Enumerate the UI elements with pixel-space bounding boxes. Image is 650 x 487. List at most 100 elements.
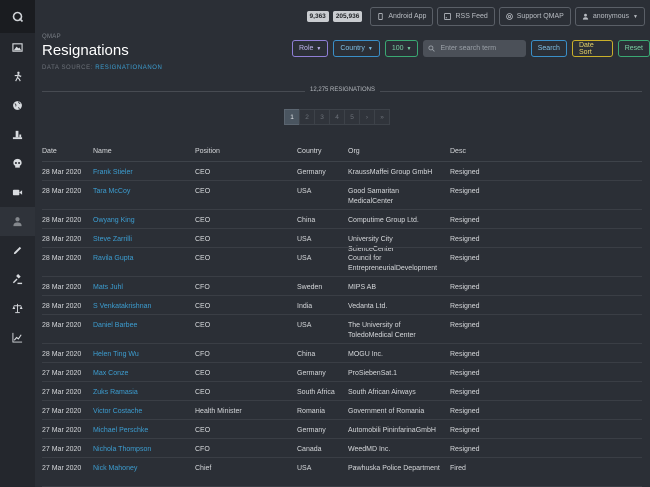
next-page-button[interactable]: › bbox=[359, 109, 375, 125]
cell-position: CEO bbox=[195, 322, 211, 329]
column-header-org[interactable]: Org bbox=[348, 148, 360, 155]
cell-name[interactable]: Nichola Thompson bbox=[93, 445, 151, 455]
sidebar-item-rankings[interactable] bbox=[0, 120, 35, 149]
page-button-3[interactable]: 3 bbox=[314, 109, 330, 125]
cell-name[interactable]: Max Conze bbox=[93, 369, 128, 379]
column-header-name[interactable]: Name bbox=[93, 148, 112, 155]
cell-country: Sweden bbox=[297, 284, 323, 291]
reset-button[interactable]: Reset bbox=[617, 40, 650, 57]
sidebar-item-resignations[interactable] bbox=[0, 207, 35, 236]
role-dropdown[interactable]: Role ▼ bbox=[292, 40, 329, 57]
column-header-desc[interactable]: Desc bbox=[450, 148, 466, 155]
cell-org: ProSiebenSat.1 bbox=[348, 370, 398, 377]
page-button-2[interactable]: 2 bbox=[299, 109, 315, 125]
cell-name[interactable]: Daniel Barbee bbox=[93, 321, 137, 331]
sidebar-item-edits[interactable] bbox=[0, 236, 35, 265]
cell-name[interactable]: Owyang King bbox=[93, 216, 135, 226]
sidebar-item-world[interactable] bbox=[0, 91, 35, 120]
cell-name[interactable]: Victor Costache bbox=[93, 407, 142, 417]
logo-icon bbox=[12, 11, 23, 22]
main-content: 9,363 205,936 Android App RSS Feed Suppo… bbox=[35, 0, 650, 487]
cell-position: CEO bbox=[195, 188, 211, 195]
support-icon bbox=[505, 13, 513, 20]
caret-down-icon: ▼ bbox=[406, 45, 412, 52]
table-row: 27 Mar 2020 Zuks Ramasia CEO South Africa So… bbox=[35, 382, 650, 401]
sidebar-item-deaths[interactable] bbox=[0, 149, 35, 178]
cell-position: CEO bbox=[195, 236, 211, 243]
pencil-icon bbox=[13, 246, 22, 255]
cell-name[interactable]: Mats Juhl bbox=[93, 283, 123, 293]
cell-name[interactable]: Tara McCoy bbox=[93, 187, 130, 197]
data-source-link[interactable]: RESIGNATIONANON bbox=[95, 65, 162, 71]
cell-country: South Africa bbox=[297, 389, 335, 396]
sidebar-item-justice[interactable] bbox=[0, 294, 35, 323]
cell-desc: Resigned bbox=[450, 188, 480, 195]
globe-icon bbox=[13, 101, 22, 110]
page-button-1[interactable]: 1 bbox=[284, 109, 300, 125]
cell-desc: Fired bbox=[450, 465, 466, 472]
cell-country: Germany bbox=[297, 169, 326, 176]
android-app-button[interactable]: Android App bbox=[370, 7, 434, 26]
video-camera-icon bbox=[12, 189, 23, 196]
data-source-label: DATA SOURCE: bbox=[42, 65, 93, 71]
cell-date: 27 Mar 2020 bbox=[42, 389, 82, 396]
support-qmap-button[interactable]: Support QMAP bbox=[498, 7, 571, 26]
column-header-date[interactable]: Date bbox=[42, 148, 57, 155]
per-page-dropdown[interactable]: 100 ▼ bbox=[384, 40, 419, 57]
table-row: 27 Mar 2020 Nichola Thompson CFO Canada Weed… bbox=[35, 439, 650, 458]
cell-country: USA bbox=[297, 236, 312, 243]
cell-name[interactable]: S Venkatakrishnan bbox=[93, 302, 151, 312]
cell-name[interactable]: Ravila Gupta bbox=[93, 254, 133, 264]
cell-position: CEO bbox=[195, 169, 211, 176]
cell-position: Health Minister bbox=[195, 408, 242, 415]
cell-name[interactable]: Nick Mahoney bbox=[93, 464, 137, 474]
cell-org: KraussMaffei Group GmbH bbox=[348, 169, 433, 176]
last-page-button[interactable]: » bbox=[374, 109, 390, 125]
column-header-country[interactable]: Country bbox=[297, 148, 322, 155]
search-input[interactable]: Enter search term bbox=[423, 40, 526, 57]
table-row: 28 Mar 2020 Mats Juhl CFO Sweden MIPS AB Resi… bbox=[35, 277, 650, 296]
cell-name[interactable]: Steve Zarrilli bbox=[93, 235, 132, 245]
cell-org: MIPS AB bbox=[348, 284, 377, 291]
page-button-5[interactable]: 5 bbox=[344, 109, 360, 125]
page-button-4[interactable]: 4 bbox=[329, 109, 345, 125]
column-header-position[interactable]: Position bbox=[195, 148, 220, 155]
breadcrumb[interactable]: QMAP bbox=[42, 34, 61, 40]
sidebar-item-activity[interactable] bbox=[0, 62, 35, 91]
cell-desc: Resigned bbox=[450, 255, 480, 262]
cell-org: Council for EntrepreneurialDevelopment bbox=[348, 255, 438, 272]
sidebar-item-legal[interactable] bbox=[0, 265, 35, 294]
cell-name[interactable]: Michael Perschke bbox=[93, 426, 148, 436]
cell-position: CFO bbox=[195, 284, 210, 291]
per-page-dropdown-label: 100 bbox=[391, 45, 404, 52]
rss-feed-button[interactable]: RSS Feed bbox=[437, 7, 495, 26]
date-sort-button[interactable]: Date Sort bbox=[571, 40, 613, 57]
table-row: 28 Mar 2020 S Venkatakrishnan CEO India Veda… bbox=[35, 296, 650, 315]
rss-feed-label: RSS Feed bbox=[455, 13, 488, 20]
logo[interactable] bbox=[0, 0, 35, 33]
cell-date: 27 Mar 2020 bbox=[42, 427, 82, 434]
cell-country: USA bbox=[297, 255, 312, 262]
cell-date: 28 Mar 2020 bbox=[42, 236, 82, 243]
rss-icon bbox=[444, 13, 452, 20]
sidebar-item-stats[interactable] bbox=[0, 323, 35, 352]
cell-date: 28 Mar 2020 bbox=[42, 322, 82, 329]
cell-name[interactable]: Frank Stieler bbox=[93, 168, 133, 178]
count-badge-secondary: 205,936 bbox=[332, 11, 363, 22]
cell-org: Vedanta Ltd. bbox=[348, 303, 388, 310]
table-row: 28 Mar 2020 Helen Ting Wu CFO China MOGU Inc… bbox=[35, 344, 650, 363]
cell-name[interactable]: Helen Ting Wu bbox=[93, 350, 139, 360]
filter-bar: Role ▼ Country ▼ 100 ▼ Enter search term Se… bbox=[292, 40, 650, 57]
cell-desc: Resigned bbox=[450, 408, 480, 415]
search-button[interactable]: Search bbox=[530, 40, 567, 57]
sidebar-item-videos[interactable] bbox=[0, 178, 35, 207]
cell-desc: Resigned bbox=[450, 169, 480, 176]
cell-name[interactable]: Zuks Ramasia bbox=[93, 388, 138, 398]
sidebar-item-images[interactable] bbox=[0, 33, 35, 62]
sidebar bbox=[0, 0, 35, 487]
cell-desc: Resigned bbox=[450, 446, 480, 453]
role-dropdown-label: Role bbox=[299, 45, 314, 52]
cell-country: Germany bbox=[297, 427, 326, 434]
country-dropdown[interactable]: Country ▼ bbox=[333, 40, 380, 57]
user-menu-button[interactable]: anonymous ▼ bbox=[574, 7, 645, 26]
